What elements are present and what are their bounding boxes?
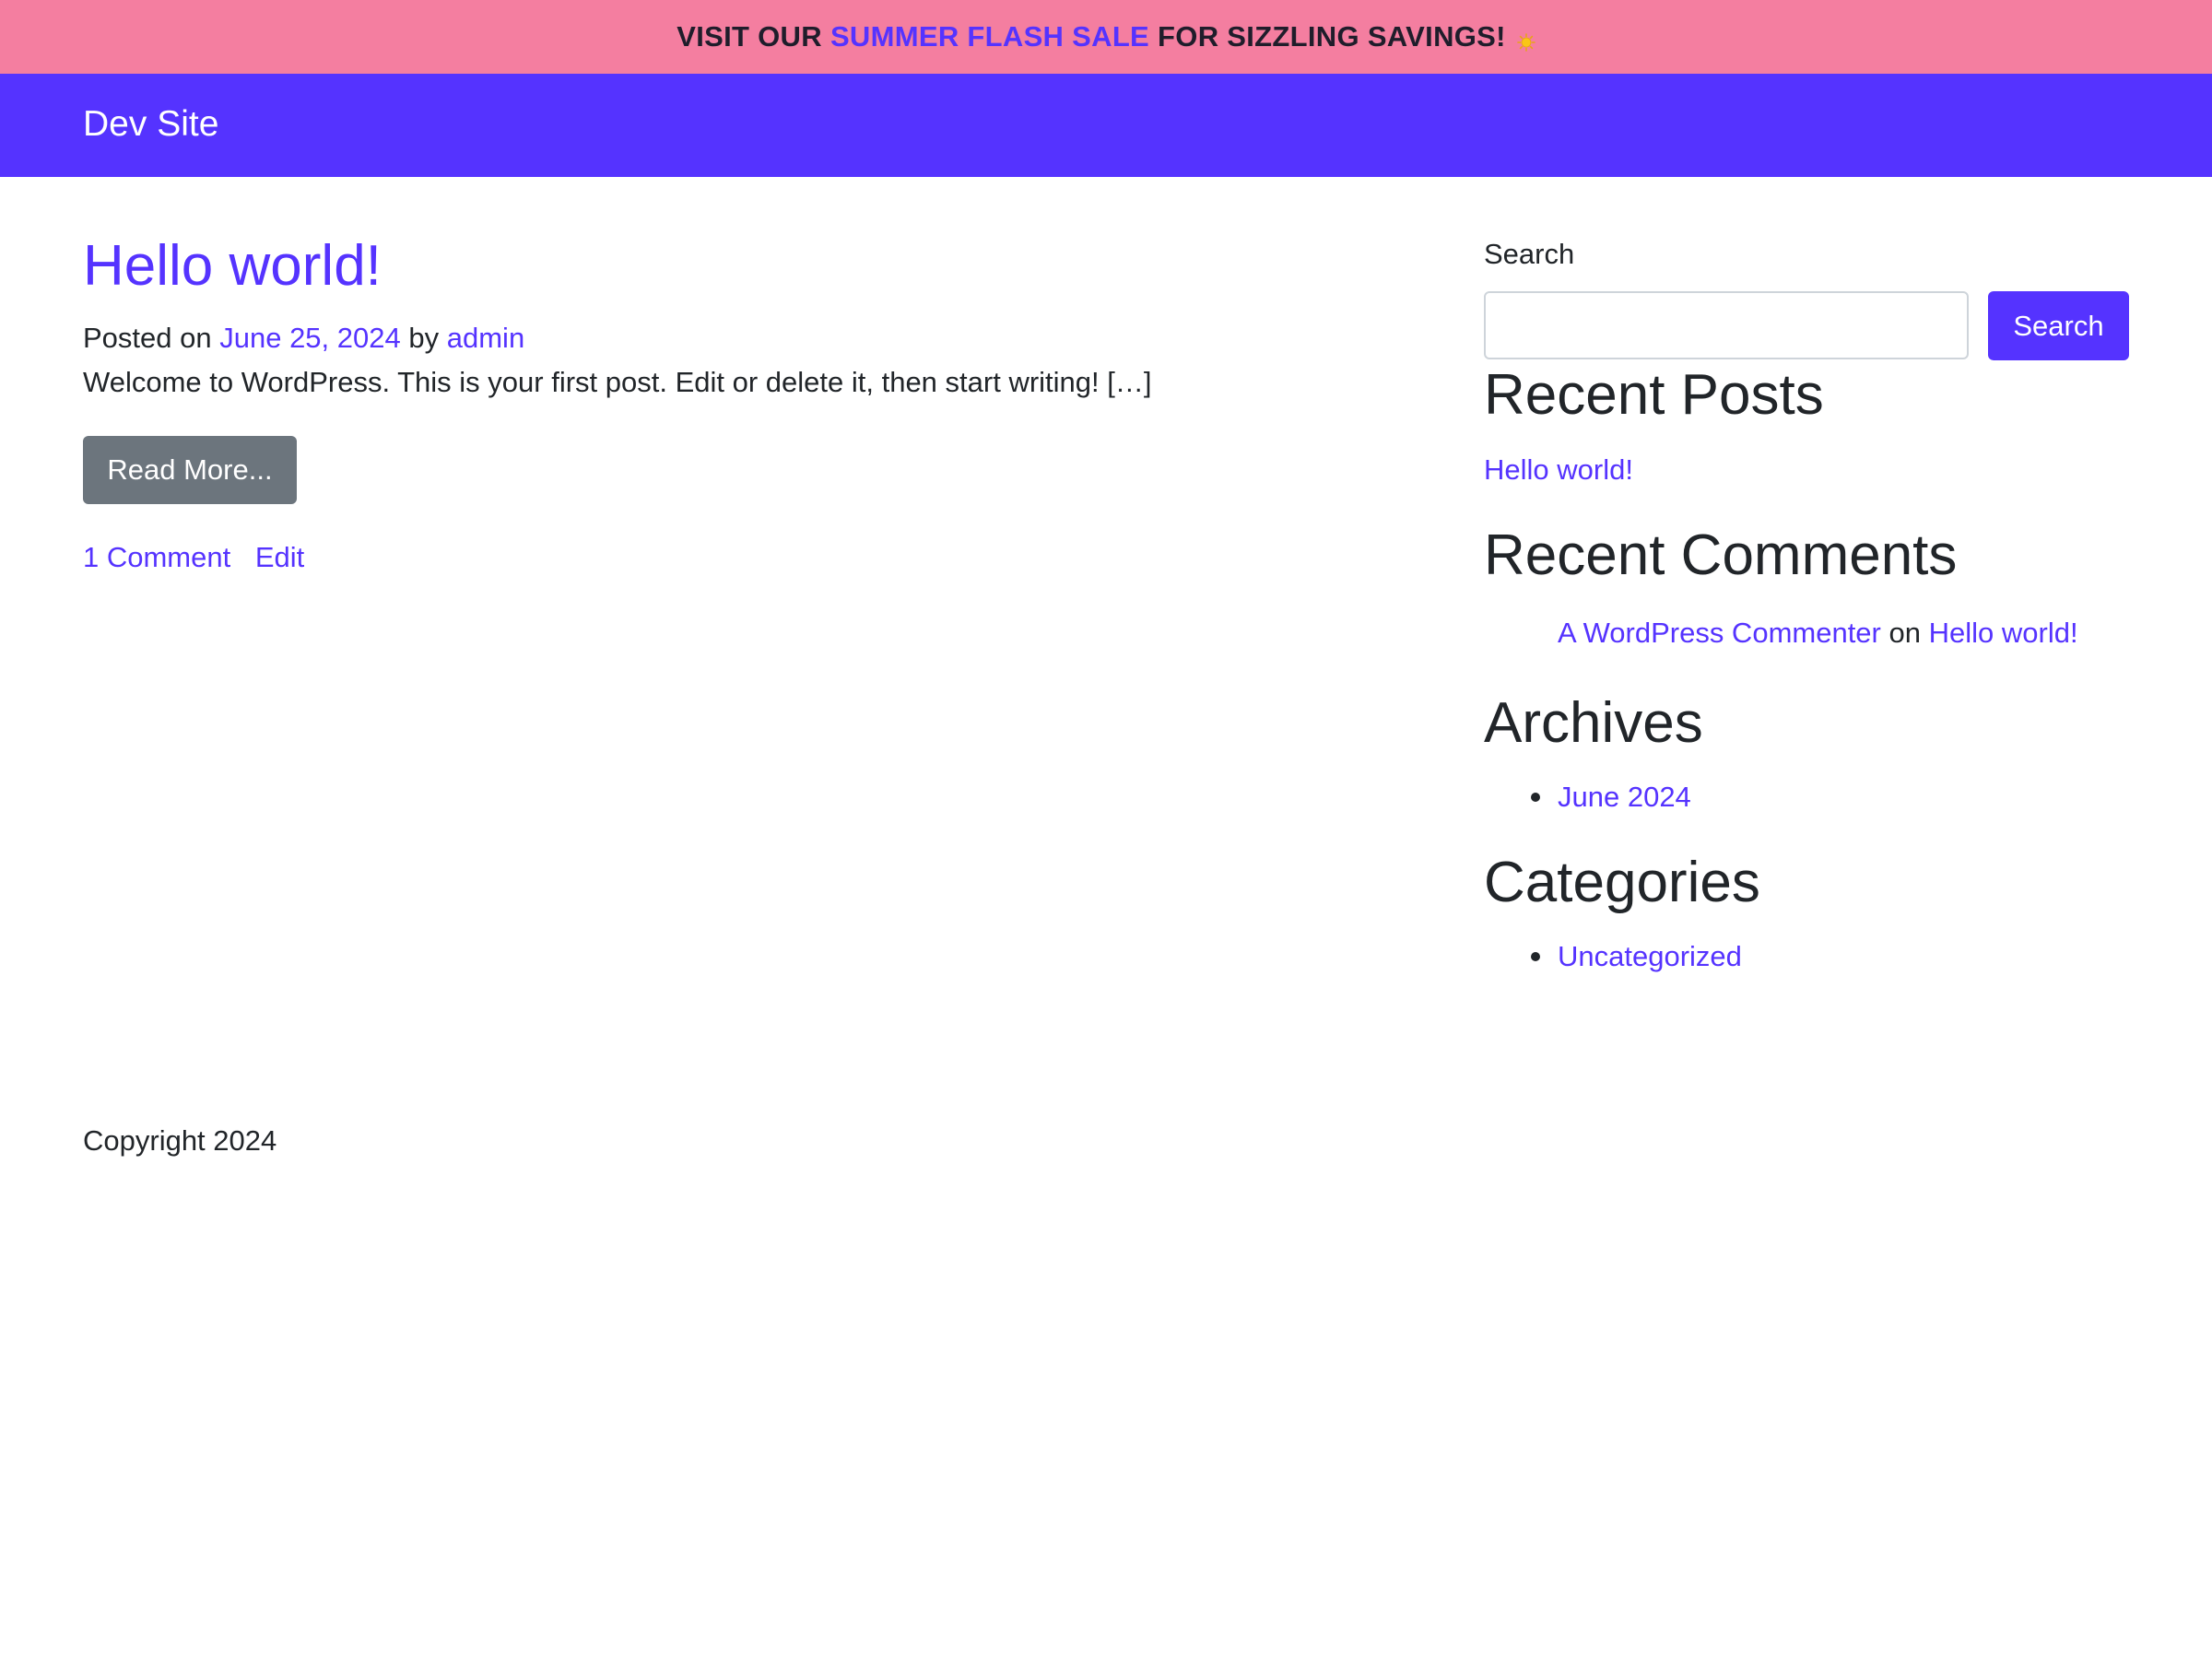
list-bullet [1531,793,1540,802]
promo-text-after: FOR SIZZLING SAVINGS! [1158,20,1506,53]
promo-banner: VISIT OUR SUMMER FLASH SALE FOR SIZZLING… [0,0,2212,74]
archive-link-june-2024[interactable]: June 2024 [1558,780,1691,814]
post-meta-by: by [408,322,440,354]
archives-heading: Archives [1484,691,1703,755]
post-title-link[interactable]: Hello world! [83,232,382,300]
category-link-uncategorized[interactable]: Uncategorized [1558,939,1742,973]
list-bullet [1531,952,1540,961]
site-brand-link[interactable]: Dev Site [83,103,218,147]
recent-comment-item: A WordPress Commenter on Hello world! [1558,616,2078,650]
recent-post-link[interactable]: Hello world! [1484,453,1633,487]
read-more-button[interactable]: Read More... [83,436,297,504]
comment-connector: on [1888,617,1921,649]
post-meta: Posted on June 25, 2024 by admin [83,321,524,355]
recent-posts-heading: Recent Posts [1484,363,1824,427]
comment-author-link[interactable]: A WordPress Commenter [1558,617,1881,649]
post-excerpt: Welcome to WordPress. This is your first… [83,366,1152,398]
post-links: 1 Comment Edit [83,540,304,574]
sun-icon [1516,26,1535,52]
promo-text-before: VISIT OUR [677,20,822,53]
post-meta-prefix: Posted on [83,322,212,354]
search-label: Search [1484,238,1575,270]
post-author-link[interactable]: admin [447,322,524,354]
comment-post-link[interactable]: Hello world! [1929,617,2078,649]
recent-comments-heading: Recent Comments [1484,523,1958,587]
search-input[interactable] [1484,291,1969,359]
post-date-link[interactable]: June 25, 2024 [219,322,401,354]
edit-link[interactable]: Edit [255,541,304,573]
comments-link[interactable]: 1 Comment [83,541,230,573]
navbar: Dev Site [0,74,2212,177]
footer-copyright: Copyright 2024 [83,1124,277,1157]
search-button[interactable]: Search [1988,291,2129,360]
summer-flash-sale-link[interactable]: SUMMER FLASH SALE [830,20,1149,53]
categories-heading: Categories [1484,851,1760,914]
